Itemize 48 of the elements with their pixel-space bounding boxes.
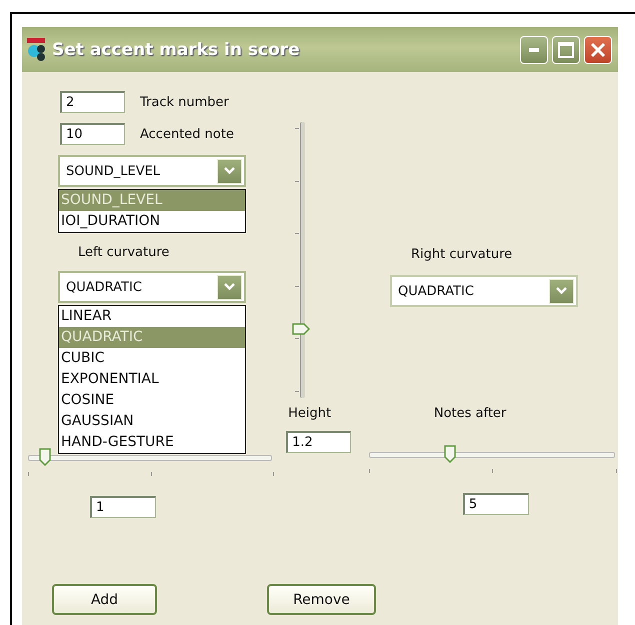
number-field[interactable]: 10 [60,123,125,145]
slider-thumb[interactable] [444,445,456,463]
number-field[interactable]: 5 [462,493,529,515]
dropdown[interactable]: SOUND_LEVEL [58,155,246,187]
chevron-down-icon [556,287,567,295]
tick-mark [295,233,299,234]
dropdown[interactable]: QUADRATIC [58,271,246,303]
right-curvature-label: Right curvature [411,247,514,262]
close-icon [590,42,606,58]
remove-button[interactable]: Remove [267,584,376,615]
left-curvature-label: Left curvature [78,245,170,260]
slider[interactable] [292,122,310,398]
tick-mark [295,128,299,129]
dropdown-arrow-button[interactable] [217,274,242,300]
slider[interactable] [28,448,272,466]
chevron-down-icon [224,167,235,175]
close-button[interactable] [584,36,612,64]
chevron-down-icon [224,283,235,291]
notes-after-label: Notes after [434,406,508,421]
slider[interactable] [368,445,615,463]
tick-mark [295,338,299,340]
minimize-icon [529,48,539,52]
tick-mark [492,469,494,473]
number-field[interactable]: 2 [60,91,125,113]
tick-mark [616,469,617,473]
maximize-button[interactable] [552,36,580,64]
dropdown-arrow-button[interactable] [549,278,574,304]
maximize-icon [558,42,574,58]
tick-mark [28,472,29,476]
field-label: Track number [140,94,229,110]
window-title: Set accent marks in score [52,40,301,60]
tick-mark [295,390,299,392]
slider-thumb[interactable] [292,323,310,335]
app-icon [26,36,48,62]
tick-mark [295,286,299,287]
number-field[interactable]: 1 [90,496,156,518]
minimize-button[interactable] [520,36,548,64]
tick-mark [368,469,370,473]
add-button[interactable]: Add [52,584,157,615]
slider-thumb[interactable] [39,448,52,466]
tick-mark [150,472,152,476]
tick-mark [295,180,299,182]
number-field[interactable]: 1.2 [286,431,352,453]
height-label: Height [288,406,332,421]
dropdown-arrow-button[interactable] [217,158,242,184]
field-label: Accented note [140,126,234,142]
tick-mark [273,472,274,476]
dropdown[interactable]: QUADRATIC [390,275,578,307]
